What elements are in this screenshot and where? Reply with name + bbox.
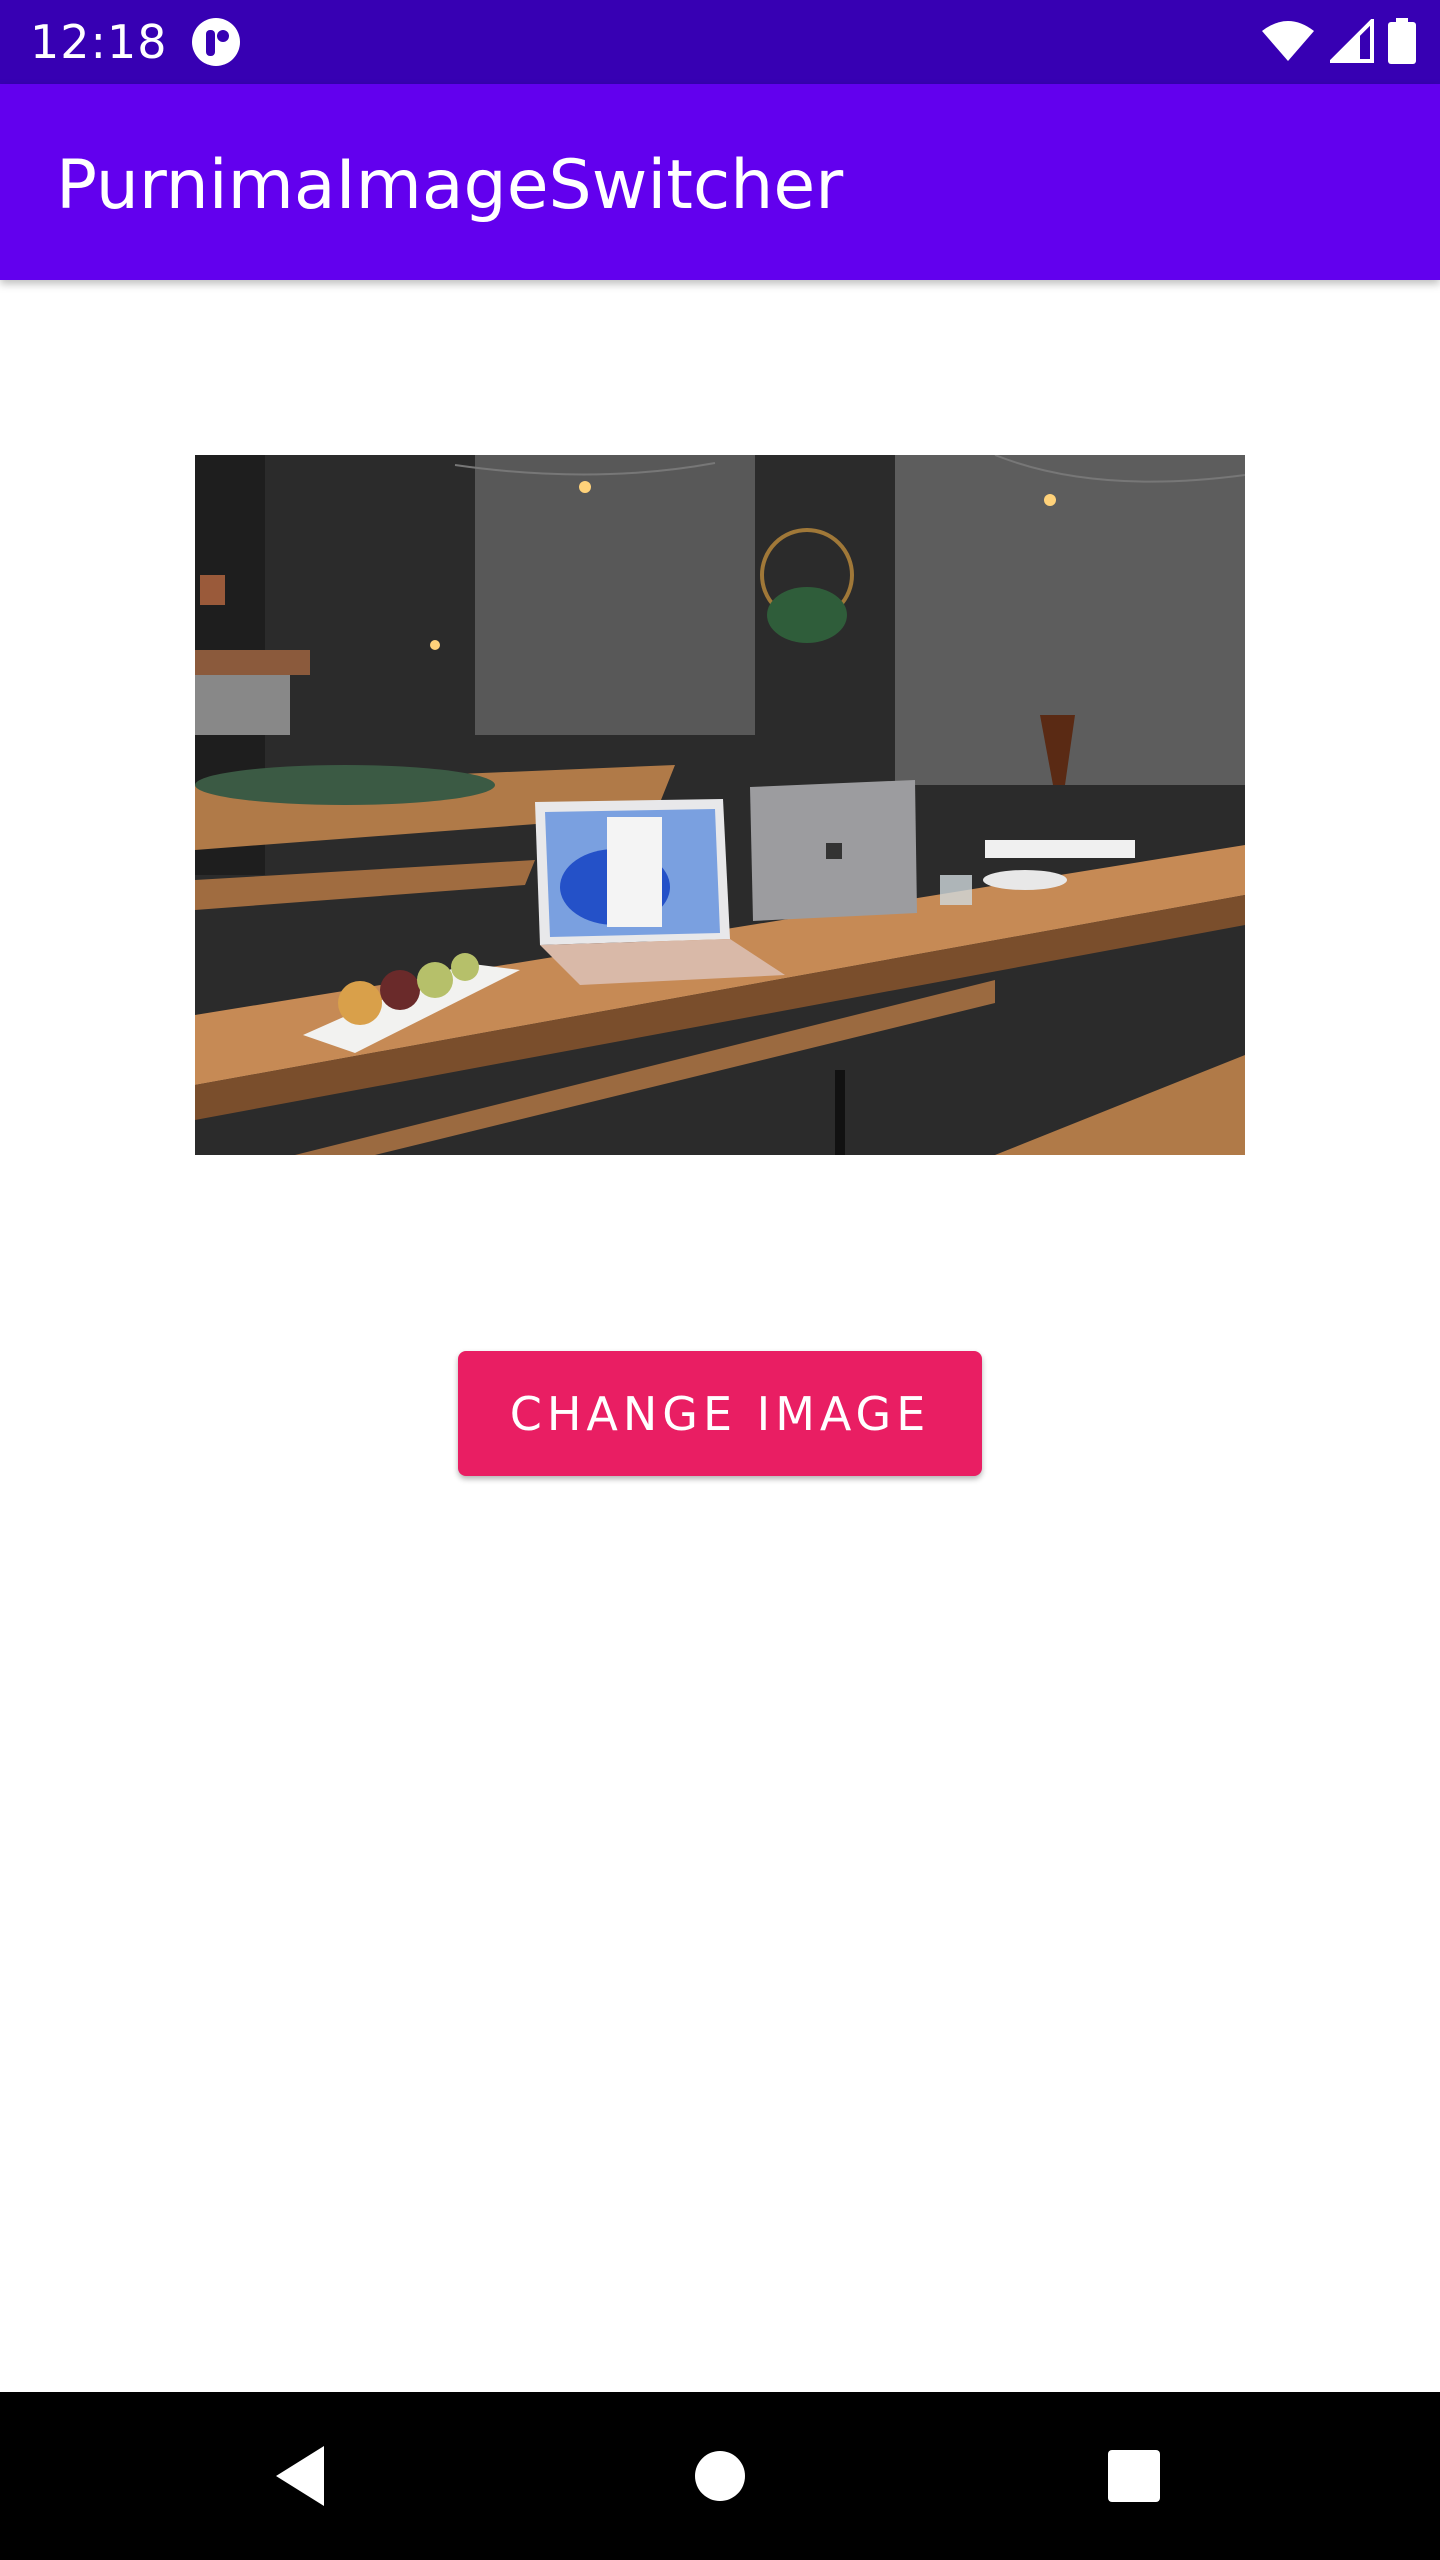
app-title: PurnimaImageSwitcher bbox=[56, 146, 844, 225]
battery-icon bbox=[1388, 18, 1416, 69]
status-bar: 12:18 bbox=[0, 0, 1440, 84]
cafe-table-with-laptops-photo bbox=[195, 455, 1245, 1155]
status-icons bbox=[1260, 16, 1416, 69]
cell-signal-icon bbox=[1327, 16, 1374, 68]
back-icon[interactable] bbox=[258, 2434, 342, 2518]
app-notification-icon bbox=[190, 16, 242, 73]
navigation-bar bbox=[0, 2392, 1440, 2560]
status-time: 12:18 bbox=[30, 15, 168, 69]
wifi-icon bbox=[1260, 19, 1316, 68]
recents-icon[interactable] bbox=[1092, 2434, 1176, 2518]
app-bar: PurnimaImageSwitcher bbox=[0, 84, 1440, 280]
change-image-button[interactable]: CHANGE IMAGE bbox=[458, 1351, 982, 1476]
home-icon[interactable] bbox=[678, 2434, 762, 2518]
image-switcher bbox=[195, 455, 1245, 1155]
